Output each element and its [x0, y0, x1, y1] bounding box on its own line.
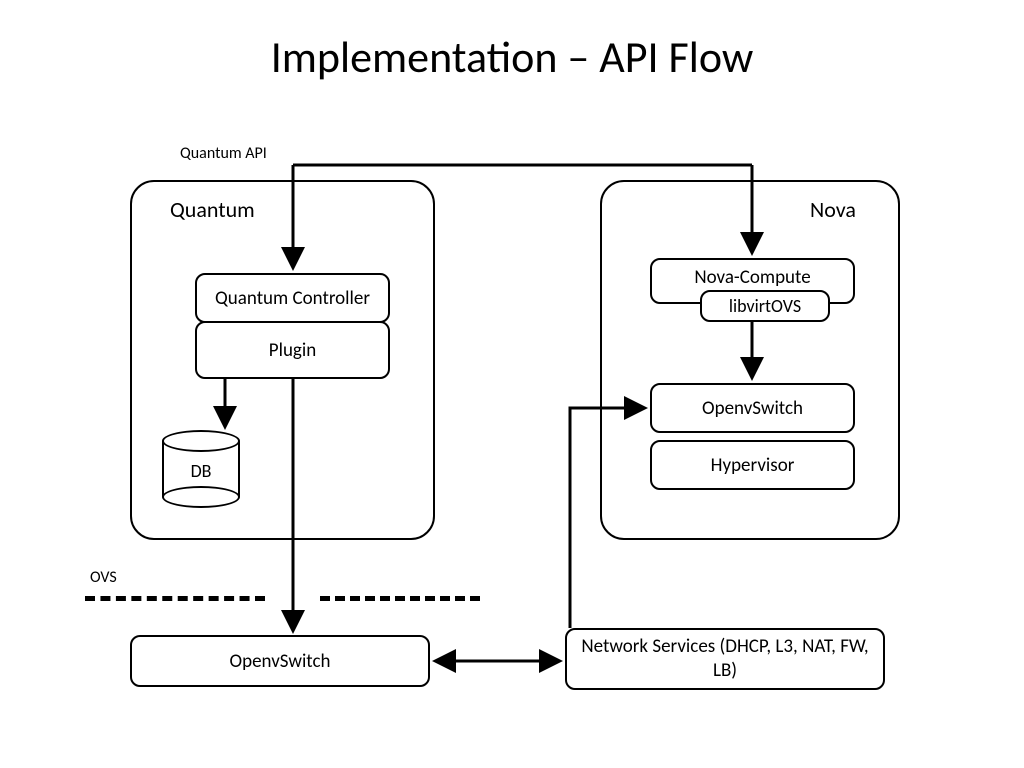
ovs-label: OVS: [90, 568, 117, 587]
quantum-controller-box: Quantum Controller: [195, 273, 390, 323]
network-services-box: Network Services (DHCP, L3, NAT, FW, LB): [565, 628, 885, 690]
quantum-api-label: Quantum API: [180, 144, 267, 163]
bottom-openvswitch-box: OpenvSwitch: [130, 635, 430, 687]
libvirtovs-box: libvirtOVS: [700, 290, 830, 322]
nova-hypervisor-box: Hypervisor: [650, 440, 855, 490]
ovs-divider-right: [320, 596, 480, 601]
db-cylinder: DB: [162, 430, 240, 508]
nova-openvswitch-box: OpenvSwitch: [650, 383, 855, 433]
nova-title: Nova: [810, 196, 856, 223]
diagram-stage: Implementation – API Flow Quantum API Qu…: [0, 0, 1024, 768]
db-label: DB: [162, 460, 240, 482]
quantum-title: Quantum: [170, 196, 255, 223]
ovs-divider-left: [85, 596, 265, 601]
quantum-plugin-box: Plugin: [195, 321, 390, 379]
page-title: Implementation – API Flow: [0, 30, 1024, 84]
